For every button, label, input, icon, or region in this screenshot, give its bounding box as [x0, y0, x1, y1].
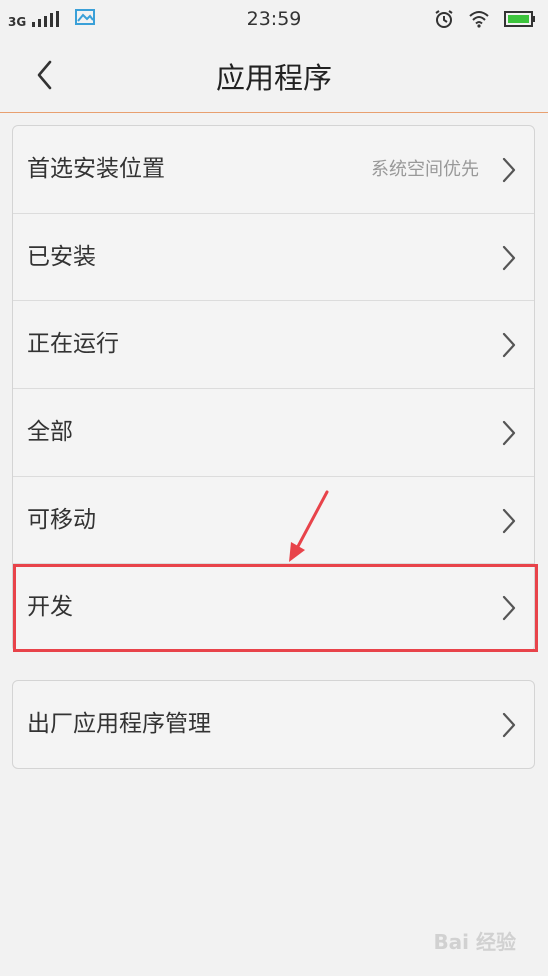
factory-apps-list: 出厂应用程序管理 — [12, 680, 535, 769]
list-item-label: 已安装 — [27, 243, 96, 270]
chevron-right-icon — [502, 712, 516, 738]
chevron-right-icon — [502, 245, 516, 270]
wifi-icon — [468, 10, 490, 32]
battery-icon — [504, 11, 536, 31]
list-item-installed[interactable]: 已安装 — [13, 214, 534, 302]
chevron-right-icon — [502, 333, 516, 358]
list-item-movable[interactable]: 可移动 — [13, 477, 534, 565]
list-item-label: 出厂应用程序管理 — [27, 711, 211, 737]
list-item-label: 全部 — [27, 419, 73, 446]
list-item-install-location[interactable]: 首选安装位置 系统空间优先 — [13, 126, 534, 214]
list-item-running[interactable]: 正在运行 — [13, 301, 534, 390]
list-item-label: 正在运行 — [27, 331, 119, 358]
list-item-value: 系统空间优先 — [371, 159, 479, 180]
app-header: 应用程序 — [0, 38, 548, 113]
highlight-box — [13, 564, 538, 652]
status-right — [434, 9, 536, 33]
list-item-factory-apps[interactable]: 出厂应用程序管理 — [13, 681, 534, 768]
chevron-right-icon — [502, 157, 516, 183]
annotation-arrow-icon — [289, 490, 329, 562]
list-item-all[interactable]: 全部 — [13, 389, 534, 477]
list-item-label: 首选安装位置 — [27, 156, 165, 182]
chevron-right-icon — [502, 420, 516, 446]
watermark: Bai 经验 — [433, 930, 516, 954]
alarm-icon — [434, 9, 454, 33]
status-bar: 3G 23:59 — [0, 0, 548, 38]
page-title: 应用程序 — [215, 61, 332, 95]
chevron-right-icon — [502, 508, 516, 533]
list-item-label: 可移动 — [27, 506, 96, 533]
